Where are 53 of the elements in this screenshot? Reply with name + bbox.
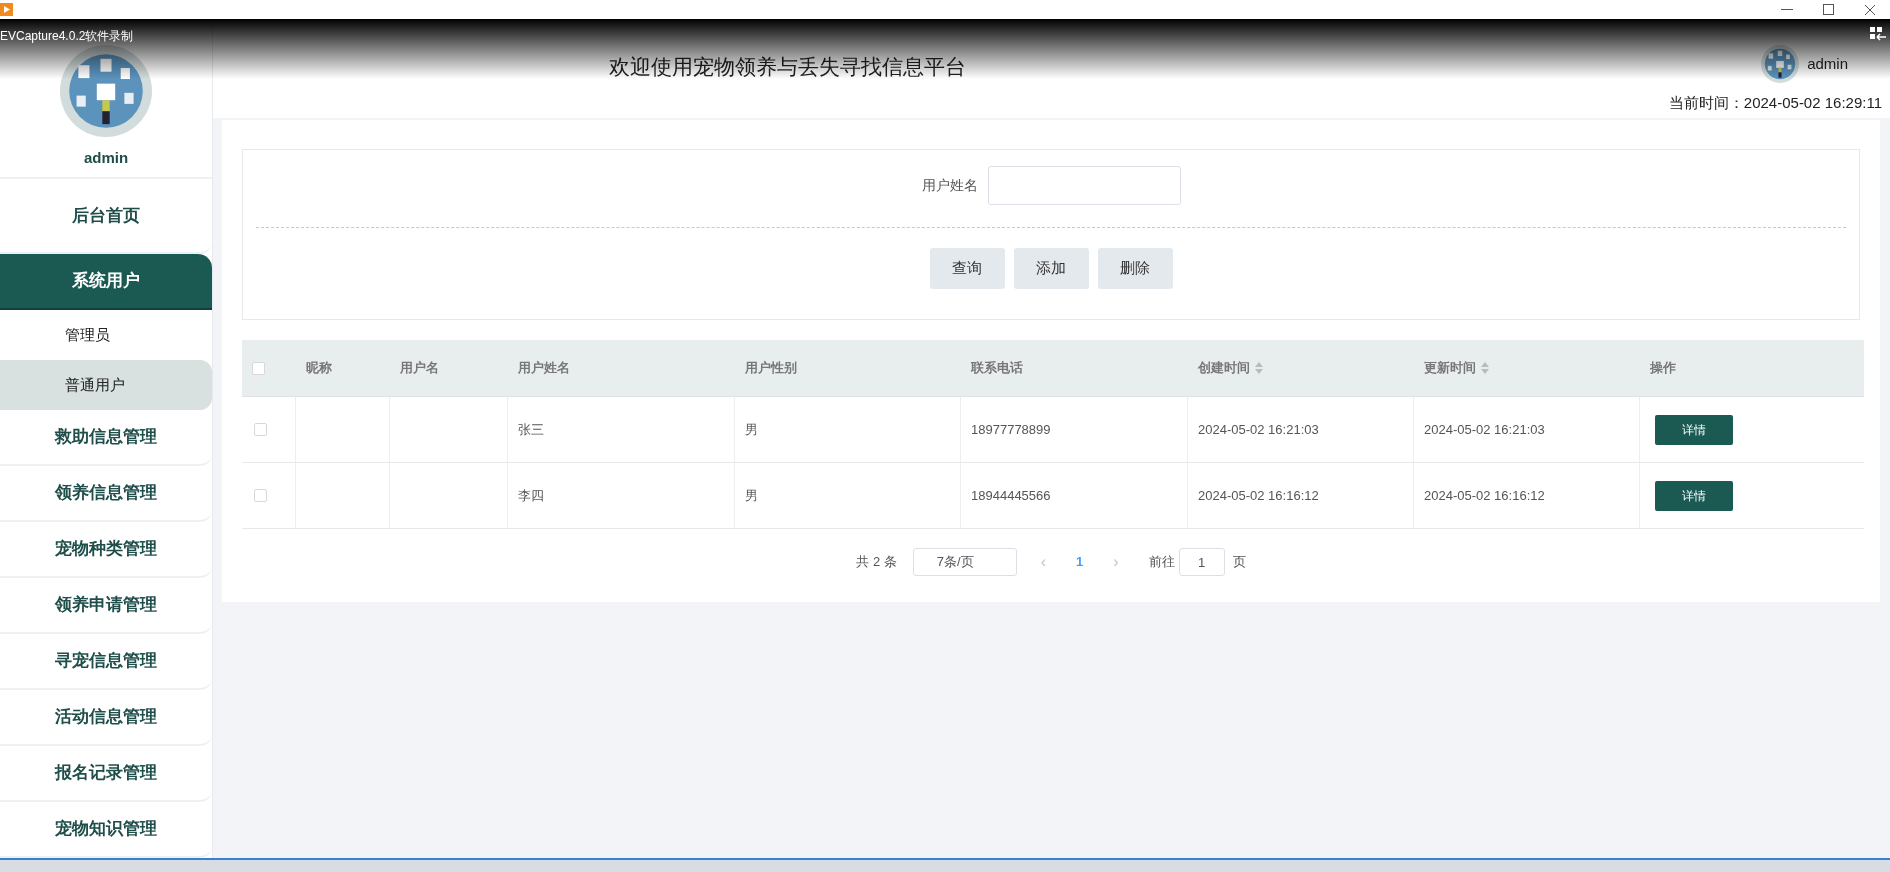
page-title: 欢迎使用宠物领养与丢失寻找信息平台 — [609, 54, 966, 80]
column-header: 联系电话 — [971, 359, 1023, 378]
page-size-select[interactable]: 7条/页 — [912, 548, 1017, 576]
current-time: 当前时间：2024-05-02 16:29:11 — [1668, 93, 1882, 113]
sort-icon[interactable] — [1481, 362, 1489, 374]
checkbox[interactable] — [252, 361, 265, 375]
menu-item[interactable]: 救助信息管理 — [0, 410, 212, 466]
goto-label: 前往 — [1148, 553, 1175, 572]
maximize-icon[interactable] — [1823, 4, 1834, 15]
checkbox[interactable] — [254, 489, 267, 502]
name-input-field[interactable] — [987, 166, 1181, 205]
column-header: 用户姓名 — [518, 359, 570, 378]
table-cell-text: 男 — [745, 420, 758, 439]
sidebar-username: admin — [83, 148, 129, 168]
column-header: 用户名 — [400, 359, 439, 378]
table-cell-text: 18977778899 — [971, 420, 1051, 439]
menu-item[interactable]: 领养申请管理 — [0, 578, 212, 634]
column-header: 用户性别 — [745, 359, 797, 378]
table-cell-text: 2024-05-02 16:21:03 — [1198, 420, 1319, 439]
table-cell-text: 2024-05-02 16:16:12 — [1424, 486, 1545, 505]
menu-item[interactable]: 寻宠信息管理 — [0, 634, 212, 690]
minimize-icon[interactable] — [1781, 8, 1793, 11]
recorder-label: EVCapture4.0.2软件录制 — [0, 28, 134, 45]
checkbox[interactable] — [254, 423, 267, 436]
header-username: admin — [1807, 53, 1848, 74]
table-cell-text: 18944445566 — [971, 486, 1051, 505]
menu-item[interactable]: 报名记录管理 — [0, 746, 212, 802]
menu-item[interactable]: 系统用户 — [0, 254, 212, 310]
page-input-field[interactable]: 1 — [1178, 548, 1225, 576]
menu-item[interactable]: 领养信息管理 — [0, 466, 212, 522]
detail-button[interactable]: 详情 — [1655, 480, 1733, 511]
action-button[interactable]: 查询 — [929, 248, 1005, 289]
detail-button[interactable]: 详情 — [1655, 414, 1733, 445]
close-icon[interactable] — [1864, 3, 1876, 16]
sort-icon[interactable] — [1255, 362, 1263, 374]
table-cell-text: 男 — [745, 486, 758, 505]
column-header: 更新时间 — [1424, 359, 1476, 378]
column-header: 操作 — [1650, 359, 1676, 378]
total-count: 共 2 条 — [856, 553, 897, 572]
menu-item[interactable]: 宠物种类管理 — [0, 522, 212, 578]
page-suffix: 页 — [1232, 553, 1246, 572]
submenu-item[interactable]: 普通用户 — [0, 360, 212, 410]
action-button[interactable]: 删除 — [1097, 248, 1173, 289]
table-cell-text: 2024-05-02 16:16:12 — [1198, 486, 1319, 505]
column-header: 创建时间 — [1198, 359, 1250, 378]
action-button[interactable]: 添加 — [1013, 248, 1089, 289]
column-header: 昵称 — [306, 359, 332, 378]
table-cell-text: 2024-05-02 16:21:03 — [1424, 420, 1545, 439]
collapse-icon[interactable] — [1870, 27, 1886, 41]
table-cell-text: 张三 — [518, 420, 544, 439]
menu-item[interactable]: 活动信息管理 — [0, 690, 212, 746]
table-cell-text: 李四 — [518, 486, 544, 505]
field-label: 用户姓名 — [921, 176, 978, 195]
